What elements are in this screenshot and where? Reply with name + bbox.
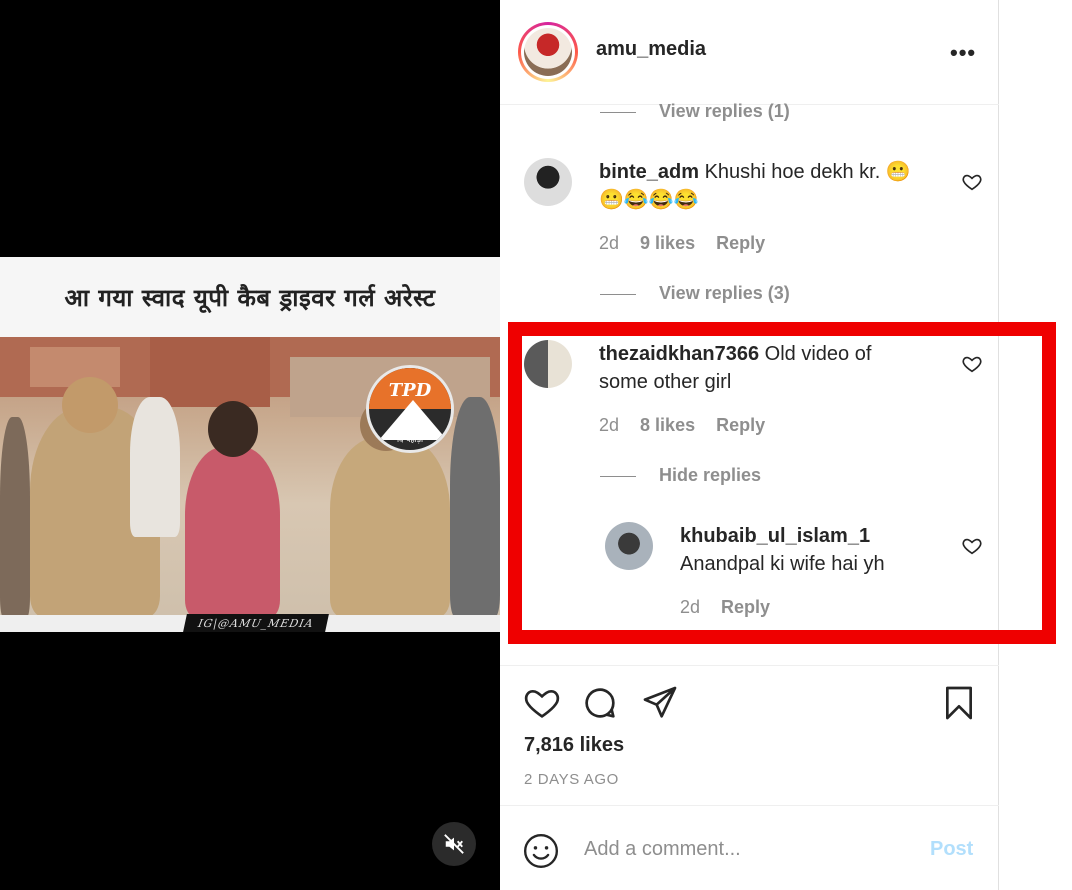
reply-body: Anandpal ki wife hai yh bbox=[680, 553, 885, 575]
reply-text: khubaib_ul_islam_1 Anandpal ki wife hai … bbox=[680, 522, 950, 578]
divider-line bbox=[600, 476, 636, 477]
likes-count[interactable]: 7,816 likes bbox=[524, 734, 624, 757]
comment-age: 2d bbox=[599, 233, 620, 253]
reply-button[interactable]: Reply bbox=[721, 597, 770, 617]
video-caption: आ गया स्वाद यूपी कैब ड्राइवर गर्ल अरेस्ट bbox=[0, 257, 500, 337]
heart-icon[interactable] bbox=[961, 171, 983, 193]
comment-body-line2: some other girl bbox=[599, 371, 732, 393]
speaker-muted-icon bbox=[444, 834, 464, 854]
divider-line bbox=[600, 112, 636, 113]
post-panel: amu_media ••• View replies (1) binte_adm… bbox=[500, 0, 999, 890]
comment-body: Old video of bbox=[764, 343, 872, 365]
reply-button[interactable]: Reply bbox=[716, 233, 765, 253]
author-username[interactable]: amu_media bbox=[596, 38, 706, 61]
comment-username[interactable]: thezaidkhan7366 bbox=[599, 343, 759, 365]
mute-button[interactable] bbox=[432, 822, 476, 866]
commenter-avatar[interactable] bbox=[605, 522, 653, 570]
post-comment-button[interactable]: Post bbox=[930, 838, 973, 861]
hide-replies-link[interactable]: Hide replies bbox=[659, 465, 761, 486]
comment-username[interactable]: binte_adm bbox=[599, 161, 699, 183]
video-watermark: IG|@AMU_MEDIA bbox=[183, 614, 329, 632]
comment-text: binte_adm Khushi hoe dekh kr. 😬 😬😂😂😂 bbox=[599, 158, 949, 214]
reply-button[interactable]: Reply bbox=[716, 415, 765, 435]
bookmark-icon[interactable] bbox=[939, 683, 979, 723]
reply-age: 2d bbox=[680, 597, 701, 617]
share-paper-plane-icon[interactable] bbox=[640, 683, 680, 723]
heart-icon[interactable] bbox=[961, 535, 983, 557]
divider-line bbox=[600, 294, 636, 295]
post-timestamp: 2 DAYS AGO bbox=[524, 771, 619, 788]
comment-meta: 2d 8 likes Reply bbox=[599, 415, 781, 436]
comment-likes[interactable]: 8 likes bbox=[640, 415, 695, 435]
commenter-avatar[interactable] bbox=[524, 340, 572, 388]
more-options-button[interactable]: ••• bbox=[950, 40, 976, 66]
reply-meta: 2d Reply bbox=[680, 597, 786, 618]
commenter-avatar[interactable] bbox=[524, 158, 572, 206]
divider-line bbox=[500, 665, 999, 666]
post-header: amu_media ••• bbox=[500, 0, 999, 105]
comment-bubble-icon[interactable] bbox=[580, 683, 620, 723]
comment-age: 2d bbox=[599, 415, 620, 435]
add-comment-bar: Post bbox=[500, 805, 999, 890]
author-avatar[interactable] bbox=[518, 22, 578, 82]
view-replies-link[interactable]: View replies (1) bbox=[659, 101, 790, 122]
comment-text: thezaidkhan7366 Old video of some other … bbox=[599, 340, 929, 396]
channel-logo: TPD दि पहाड़ी bbox=[366, 365, 454, 453]
emoji-smiley-icon[interactable] bbox=[522, 832, 560, 870]
video-player[interactable]: आ गया स्वाद यूपी कैब ड्राइवर गर्ल अरेस्ट… bbox=[0, 0, 500, 890]
view-replies-link[interactable]: View replies (3) bbox=[659, 283, 790, 304]
comment-meta: 2d 9 likes Reply bbox=[599, 233, 781, 254]
heart-icon[interactable] bbox=[961, 353, 983, 375]
comment-body-emojis: 😬😂😂😂 bbox=[599, 189, 699, 211]
comment-input[interactable] bbox=[584, 834, 904, 864]
comment-likes[interactable]: 9 likes bbox=[640, 233, 695, 253]
comment-body: Khushi hoe dekh kr. 😬 bbox=[704, 161, 911, 183]
like-heart-icon[interactable] bbox=[522, 683, 562, 723]
reply-username[interactable]: khubaib_ul_islam_1 bbox=[680, 525, 870, 547]
